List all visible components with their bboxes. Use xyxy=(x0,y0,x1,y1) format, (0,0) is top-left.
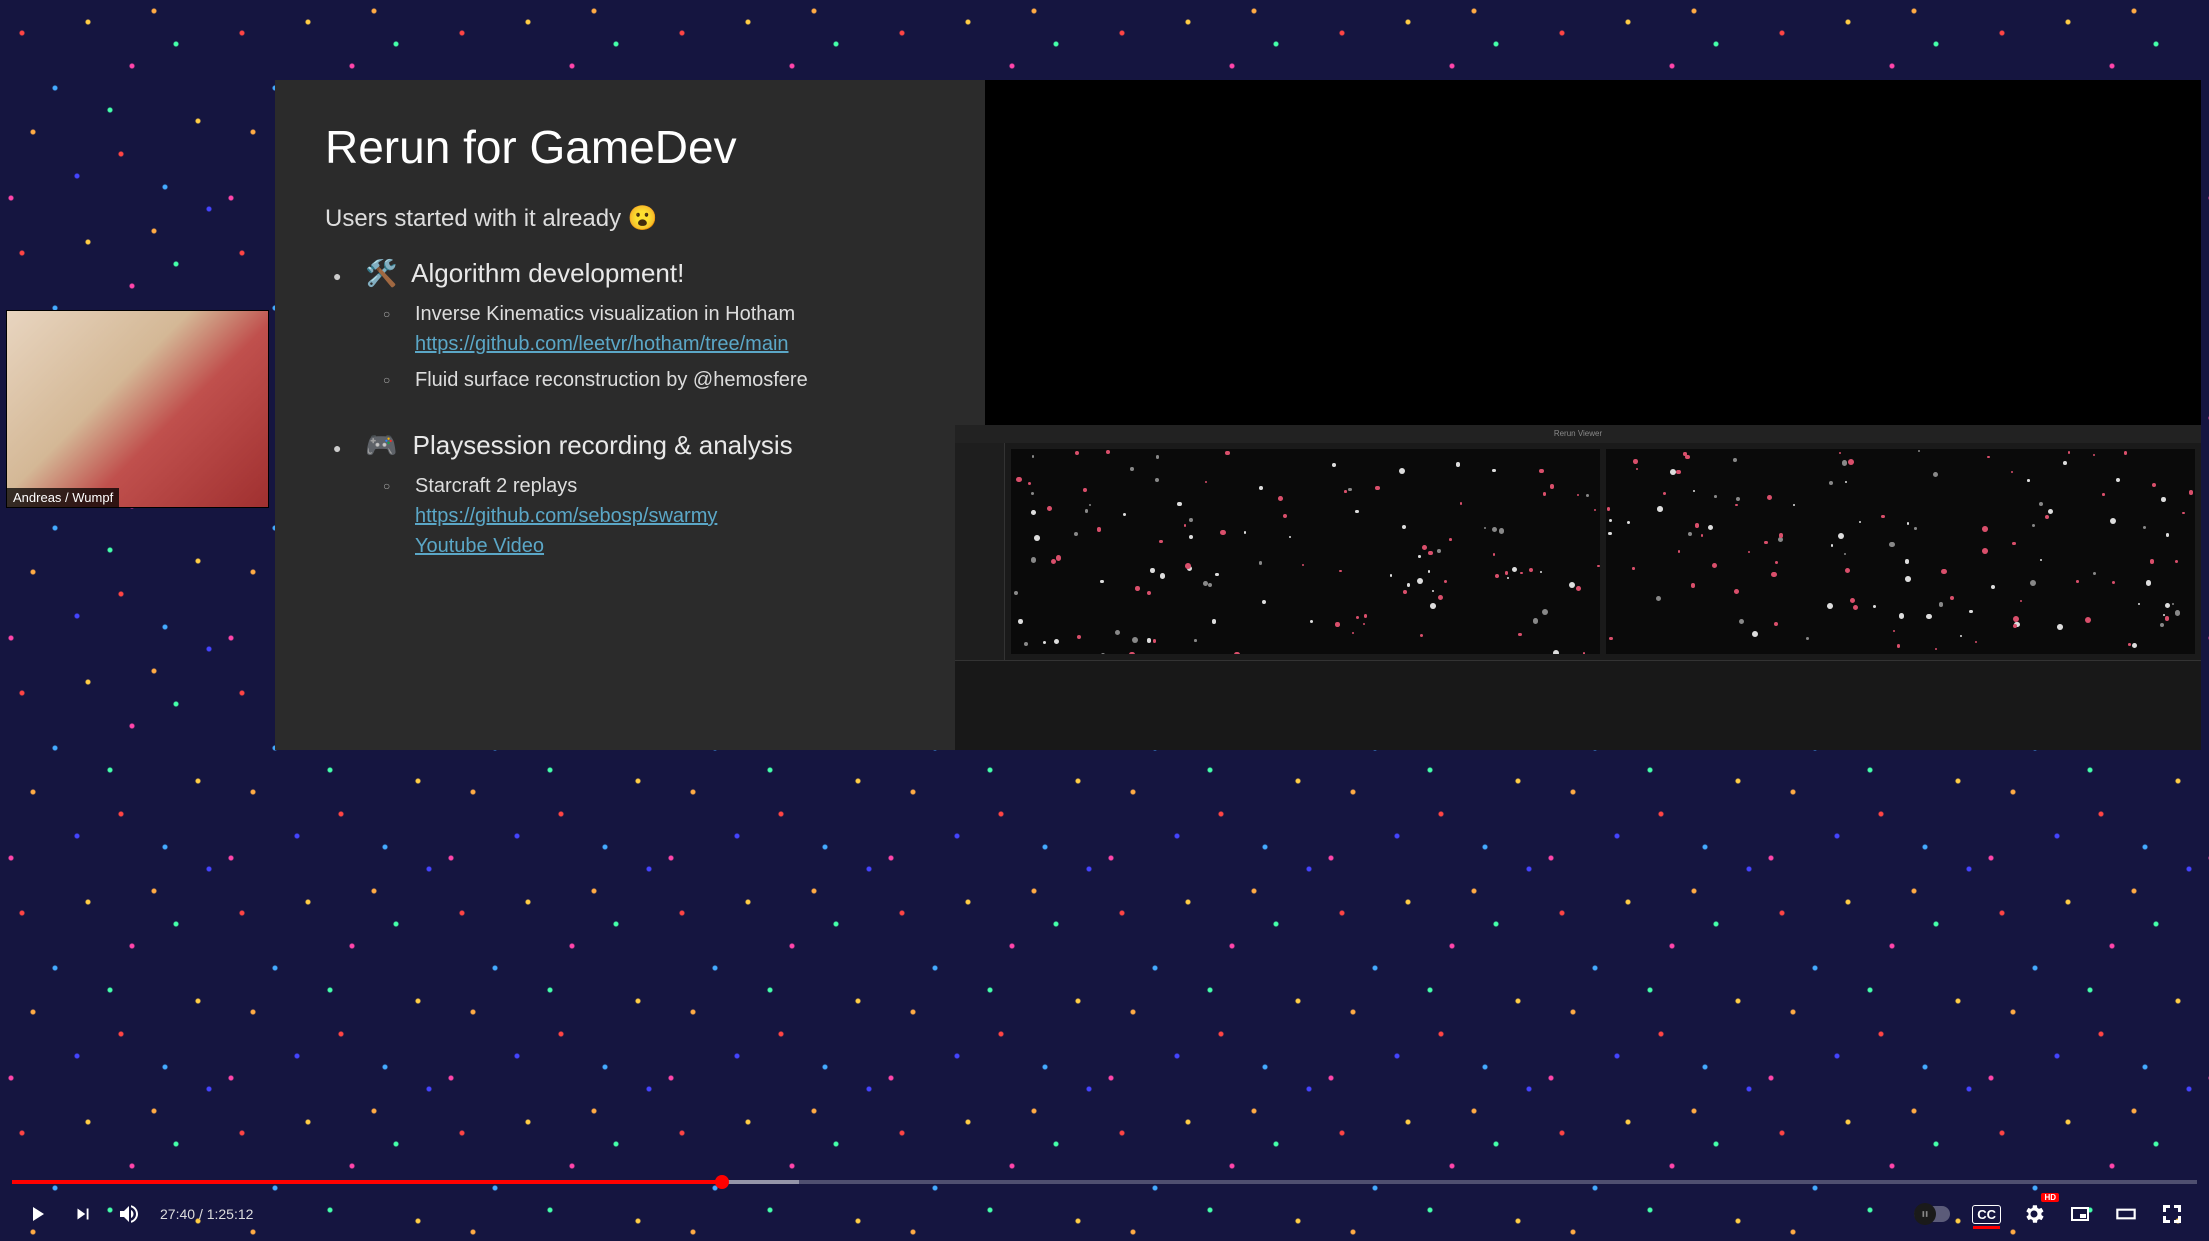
slide-subtitle: Users started with it already 😮 xyxy=(325,204,955,233)
presenter-name-label: Andreas / Wumpf xyxy=(7,488,119,507)
bullet-heading: Playsession recording & analysis xyxy=(413,430,793,460)
fullscreen-button[interactable] xyxy=(2149,1191,2195,1237)
rerun-view-left xyxy=(1011,449,1600,654)
bullet-heading: Algorithm development! xyxy=(411,258,684,288)
settings-button[interactable]: HD xyxy=(2011,1191,2057,1237)
slide-title: Rerun for GameDev xyxy=(325,120,955,174)
rerun-sidebar xyxy=(955,443,1005,660)
time-display: 27:40 / 1:25:12 xyxy=(160,1206,253,1222)
autoplay-toggle[interactable] xyxy=(1914,1206,1950,1222)
player-controls: 27:40 / 1:25:12 CC HD xyxy=(0,1187,2209,1241)
slide-link[interactable]: https://github.com/leetvr/hotham/tree/ma… xyxy=(415,333,789,355)
seek-played xyxy=(12,1180,722,1184)
slide-sub-bullet: Inverse Kinematics visualization in Hoth… xyxy=(365,299,955,359)
miniplayer-button[interactable] xyxy=(2057,1191,2103,1237)
current-time: 27:40 xyxy=(160,1206,195,1222)
seek-bar[interactable] xyxy=(12,1180,2197,1184)
theater-mode-button[interactable] xyxy=(2103,1191,2149,1237)
video-player: Andreas / Wumpf Rerun for GameDev Users … xyxy=(0,0,2209,1241)
play-button[interactable] xyxy=(14,1191,60,1237)
volume-button[interactable] xyxy=(106,1191,152,1237)
pause-icon xyxy=(1914,1203,1936,1225)
rerun-viewer-screenshot: Rerun Viewer xyxy=(955,425,2201,750)
gamepad-icon: 🎮 xyxy=(365,430,397,460)
next-button[interactable] xyxy=(60,1191,106,1237)
duration: 1:25:12 xyxy=(207,1206,254,1222)
slide-right-panel: Rerun Viewer xyxy=(985,80,2201,750)
tools-icon: 🛠️ xyxy=(365,258,397,288)
subtitles-button[interactable]: CC xyxy=(1972,1205,2001,1224)
rerun-title: Rerun Viewer xyxy=(955,425,2201,443)
slide-sub-bullet: Fluid surface reconstruction by @hemosfe… xyxy=(365,365,955,395)
slide-link[interactable]: https://github.com/sebosp/swarmy xyxy=(415,505,717,527)
hd-badge: HD xyxy=(2041,1193,2059,1202)
presentation-slide: Rerun for GameDev Users started with it … xyxy=(275,80,985,750)
slide-bullet: 🛠️ Algorithm development! Inverse Kinema… xyxy=(325,258,955,395)
slide-sub-bullet: Starcraft 2 replays https://github.com/s… xyxy=(365,471,955,561)
slide-link[interactable]: Youtube Video xyxy=(415,535,544,557)
rerun-timeline xyxy=(955,660,2201,750)
slide-bullet: 🎮 Playsession recording & analysis Starc… xyxy=(325,430,955,561)
presenter-webcam: Andreas / Wumpf xyxy=(6,310,269,508)
rerun-view-right xyxy=(1606,449,2195,654)
